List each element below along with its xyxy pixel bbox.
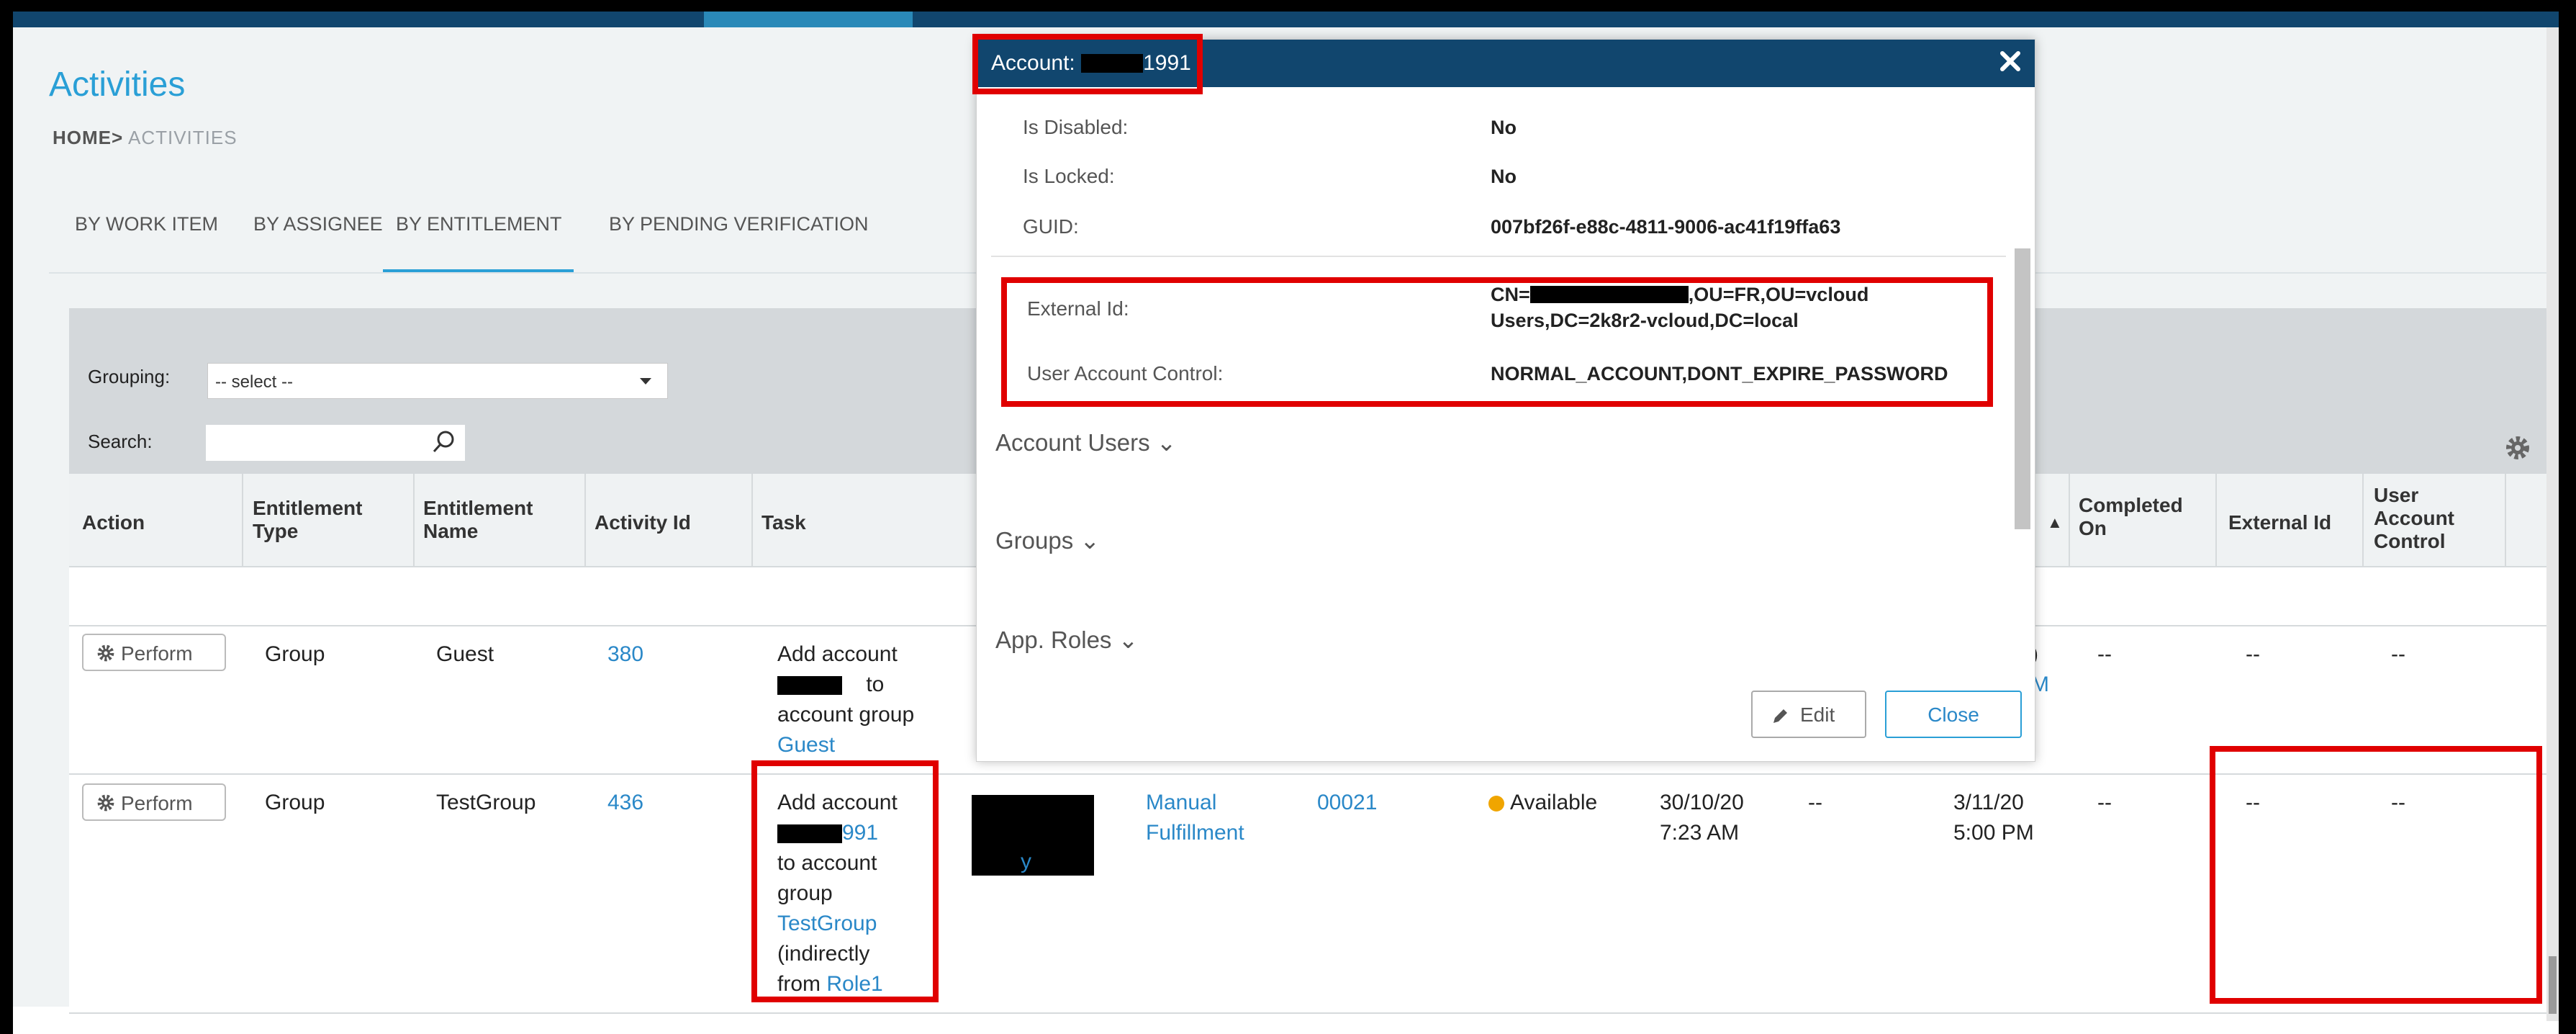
gear-icon: [97, 644, 114, 662]
tab-by-work-item[interactable]: BY WORK ITEM: [75, 213, 218, 269]
dash-value: --: [1808, 791, 1822, 814]
completed-on: --: [2097, 791, 2112, 814]
col-external-id[interactable]: External Id: [2228, 511, 2331, 534]
perform-button-label: Perform: [121, 642, 193, 665]
fulfillment-link[interactable]: Manual Fulfillment: [1146, 788, 1244, 848]
tab-by-assignee[interactable]: BY ASSIGNEE: [253, 213, 383, 269]
section-account-users[interactable]: Account Users ⌄: [995, 428, 1176, 457]
sort-asc-icon[interactable]: ▲: [2047, 511, 2063, 534]
highlight-box: [1001, 277, 1993, 407]
gear-icon[interactable]: [2503, 433, 2532, 462]
breadcrumb: HOME> ACTIVITIES: [53, 127, 238, 149]
tab-by-pending-verification[interactable]: BY PENDING VERIFICATION: [609, 213, 869, 269]
activity-id-link[interactable]: 380: [607, 639, 643, 670]
completed-on: --: [2097, 642, 2112, 666]
field-value: 007bf26f-e88c-4811-9006-ac41f19ffa63: [1491, 216, 1841, 238]
col-completed-on[interactable]: Completed On: [2079, 494, 2201, 540]
search-label: Search:: [88, 431, 153, 452]
breadcrumb-current: ACTIVITIES: [127, 127, 238, 148]
task-cell: Add account to account group Guest: [777, 639, 950, 760]
entitlement-name: TestGroup: [436, 791, 536, 814]
breadcrumb-separator: >: [112, 127, 124, 148]
breadcrumb-home[interactable]: HOME: [53, 127, 112, 148]
perform-button-label: Perform: [121, 792, 193, 814]
entitlement-name: Guest: [436, 642, 494, 666]
field-label: Is Locked:: [1023, 165, 1115, 187]
task-group-link[interactable]: Guest: [777, 730, 950, 760]
grouping-label: Grouping:: [88, 366, 171, 387]
account-modal: Account: 1991 Is Disabled: No Is Locked:…: [972, 34, 2035, 762]
redacted-block: [972, 795, 1094, 876]
close-icon[interactable]: [1997, 48, 2023, 74]
chevron-down-icon: ⌄: [1156, 429, 1177, 456]
created-date: 30/10/20 7:23 AM: [1660, 791, 1744, 845]
perform-button[interactable]: Perform: [82, 634, 226, 671]
col-action[interactable]: Action: [82, 511, 145, 534]
chevron-down-icon: ⌄: [1080, 527, 1101, 554]
field-label: Is Disabled:: [1023, 116, 1129, 138]
entitlement-type: Group: [265, 791, 325, 814]
status-badge: Available: [1488, 788, 1597, 818]
due-date: 3/11/20 5:00 PM: [1953, 791, 2034, 845]
field-value: No: [1491, 166, 1517, 187]
close-button[interactable]: Close: [1885, 691, 2022, 738]
section-groups[interactable]: Groups ⌄: [995, 526, 1100, 554]
search-icon[interactable]: [429, 428, 458, 457]
activity-id-link[interactable]: 436: [607, 788, 643, 818]
gear-icon: [97, 794, 114, 812]
highlight-box: [2210, 746, 2542, 1004]
page-title: Activities: [49, 66, 186, 104]
chevron-down-icon: ⌄: [1118, 626, 1139, 653]
tab-by-entitlement[interactable]: BY ENTITLEMENT: [383, 213, 574, 272]
col-entitlement-name[interactable]: Entitlement Name: [423, 497, 567, 543]
grouping-select[interactable]: -- select --: [207, 363, 668, 399]
highlight-box: [972, 34, 1203, 94]
col-user-account-control[interactable]: User Account Control: [2374, 484, 2503, 553]
highlight-box: [751, 760, 939, 1002]
page-scrollbar[interactable]: [2546, 27, 2559, 1021]
grouping-select-value: -- select --: [215, 372, 293, 392]
entitlement-type: Group: [265, 642, 325, 666]
chevron-down-icon: [640, 378, 651, 385]
top-stripe: [13, 12, 2559, 27]
status-dot-icon: [1488, 796, 1504, 812]
search-input[interactable]: [206, 425, 465, 461]
perform-button[interactable]: Perform: [82, 783, 226, 821]
external-id: --: [2246, 642, 2260, 666]
redacted-block: [777, 676, 842, 696]
edit-button[interactable]: Edit: [1751, 691, 1866, 738]
modal-scrollbar[interactable]: [2015, 248, 2030, 529]
col-task[interactable]: Task: [761, 511, 806, 534]
app-window: Activities HOME> ACTIVITIES BY WORK ITEM…: [13, 12, 2559, 1034]
field-value: No: [1491, 117, 1517, 138]
user-account-control: --: [2391, 642, 2405, 666]
pencil-icon: [1773, 709, 1787, 723]
section-app-roles[interactable]: App. Roles ⌄: [995, 626, 1138, 654]
col-activity-id[interactable]: Activity Id: [595, 511, 691, 534]
assignee-link[interactable]: y: [1021, 847, 1031, 877]
col-entitlement-type[interactable]: Entitlement Type: [253, 497, 389, 543]
number-link[interactable]: 00021: [1317, 788, 1377, 818]
field-label: GUID:: [1023, 215, 1079, 238]
